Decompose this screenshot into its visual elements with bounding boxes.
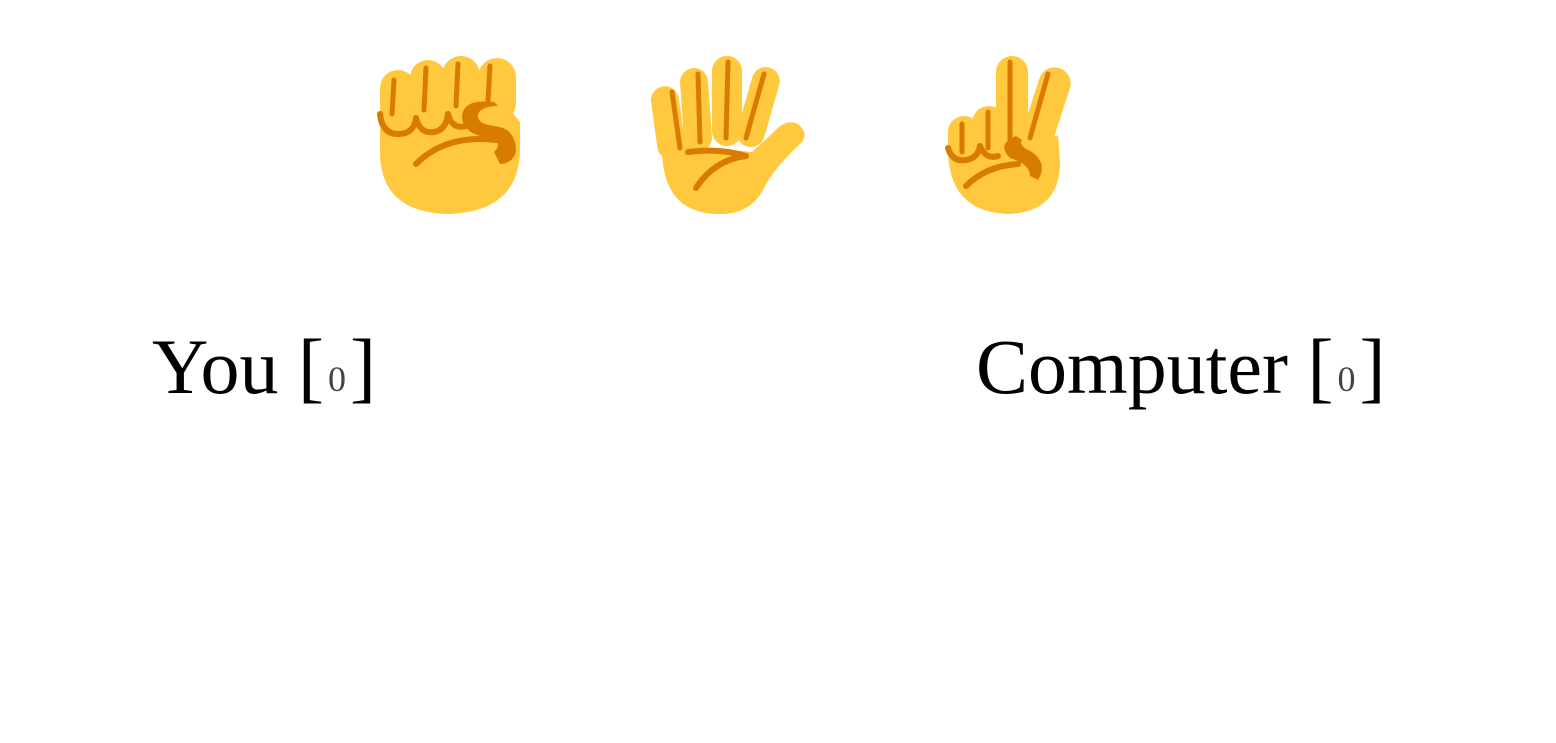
raised-fist-icon xyxy=(377,56,520,214)
victory-hand-icon xyxy=(945,56,1071,214)
player-score-value: 0 xyxy=(328,359,347,399)
open-bracket: [ xyxy=(298,323,325,410)
computer-score: Computer [0] xyxy=(976,322,1385,426)
scissors-button[interactable] xyxy=(926,52,1094,220)
rock-button[interactable] xyxy=(366,52,534,220)
open-bracket: [ xyxy=(1307,323,1334,410)
player-label: You xyxy=(152,323,279,410)
computer-label: Computer xyxy=(976,323,1288,410)
raised-hand-icon xyxy=(650,56,805,215)
player-score: You [0] xyxy=(152,322,376,426)
close-bracket: ] xyxy=(1359,323,1386,410)
close-bracket: ] xyxy=(350,323,376,410)
paper-button[interactable] xyxy=(640,52,808,220)
computer-score-value: 0 xyxy=(1337,359,1356,399)
